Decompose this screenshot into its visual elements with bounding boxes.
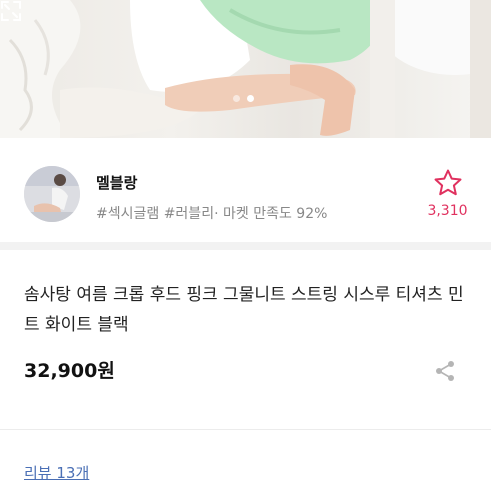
seller-name[interactable]: 멜블랑 xyxy=(96,172,137,193)
gallery-pagination xyxy=(233,95,254,102)
seller-avatar-image xyxy=(24,166,80,222)
share-icon[interactable] xyxy=(434,360,456,382)
seller-tags[interactable]: #섹시글램 #러블리 xyxy=(96,206,214,222)
seller-avatar[interactable] xyxy=(24,166,80,222)
product-info: 솜사탕 여름 크롭 후드 핑크 그물니트 스트링 시스루 티셔츠 민트 화이트 … xyxy=(0,250,491,430)
reviews-link[interactable]: 리뷰 13개 xyxy=(24,462,89,483)
product-title: 솜사탕 여름 크롭 후드 핑크 그물니트 스트링 시스루 티셔츠 민트 화이트 … xyxy=(24,285,464,335)
expand-icon[interactable] xyxy=(0,0,22,22)
gallery-dot[interactable] xyxy=(233,95,240,102)
star-outline-icon xyxy=(434,169,461,196)
seller-meta: #섹시글램 #러블리· 마켓 만족도 92% xyxy=(96,203,327,223)
seller-section: 멜블랑 #섹시글램 #러블리· 마켓 만족도 92% 3,310 xyxy=(0,138,491,250)
meta-separator: · xyxy=(214,206,219,222)
product-photo-gallery[interactable] xyxy=(0,0,491,138)
market-rating: 마켓 만족도 92% xyxy=(222,206,328,222)
favorite-count: 3,310 xyxy=(427,203,468,219)
favorite-button[interactable]: 3,310 xyxy=(420,168,475,219)
product-price: 32,900원 xyxy=(24,360,115,382)
gallery-dot-active[interactable] xyxy=(247,95,254,102)
product-photo xyxy=(0,0,491,138)
